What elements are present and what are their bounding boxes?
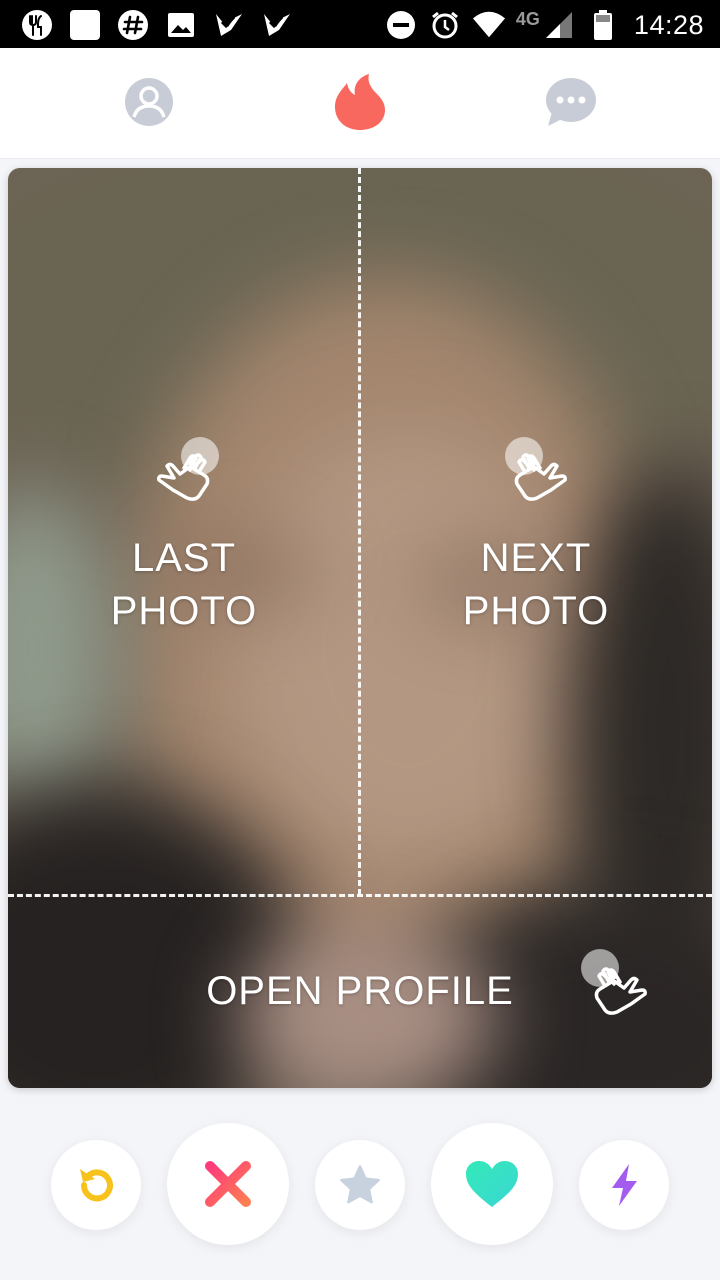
do-not-disturb-icon (384, 8, 418, 42)
profile-tab[interactable] (121, 74, 177, 130)
profile-card[interactable]: LAST PHOTO NEXT PHOTO OPEN PROFILE (8, 168, 712, 1088)
notification-icons (20, 6, 294, 44)
next-photo-label: NEXT PHOTO (462, 536, 610, 633)
blank-notification-icon (68, 8, 102, 42)
action-bar (0, 1088, 720, 1280)
vertical-divider (358, 168, 361, 895)
check-shield-icon (212, 8, 246, 42)
restaurant-icon (20, 8, 54, 42)
tap-hand-icon (505, 437, 567, 501)
signal-icon (542, 8, 576, 42)
check-shield-icon (260, 8, 294, 42)
profile-icon (125, 78, 173, 126)
open-profile-label: OPEN PROFILE (206, 969, 514, 1013)
battery-icon (586, 8, 620, 42)
alarm-icon (428, 8, 462, 42)
flame-icon (335, 74, 385, 130)
wifi-icon (472, 8, 506, 42)
super-like-button[interactable] (315, 1140, 405, 1230)
network-type: 4G (515, 8, 540, 29)
status-bar: 4G 14:28 (0, 0, 720, 48)
chat-icon (546, 78, 596, 126)
tap-hand-icon (157, 437, 219, 501)
messages-tab[interactable] (543, 74, 599, 130)
last-photo-label: LAST PHOTO (110, 536, 258, 633)
nope-button[interactable] (167, 1123, 289, 1245)
top-navigation (0, 48, 720, 159)
slack-icon (116, 8, 150, 42)
boost-button[interactable] (579, 1140, 669, 1230)
rewind-icon (80, 1169, 113, 1202)
heart-icon (466, 1161, 518, 1207)
horizontal-divider (8, 894, 712, 897)
like-button[interactable] (431, 1123, 553, 1245)
tap-hand-icon (581, 949, 647, 1015)
rewind-button[interactable] (51, 1140, 141, 1230)
image-icon (164, 8, 198, 42)
discover-tab[interactable] (332, 74, 388, 130)
clock: 14:28 (633, 9, 704, 40)
x-icon (205, 1161, 251, 1207)
system-icons: 4G 14:28 (384, 6, 704, 44)
lightning-icon (612, 1164, 637, 1206)
star-icon (340, 1165, 380, 1204)
